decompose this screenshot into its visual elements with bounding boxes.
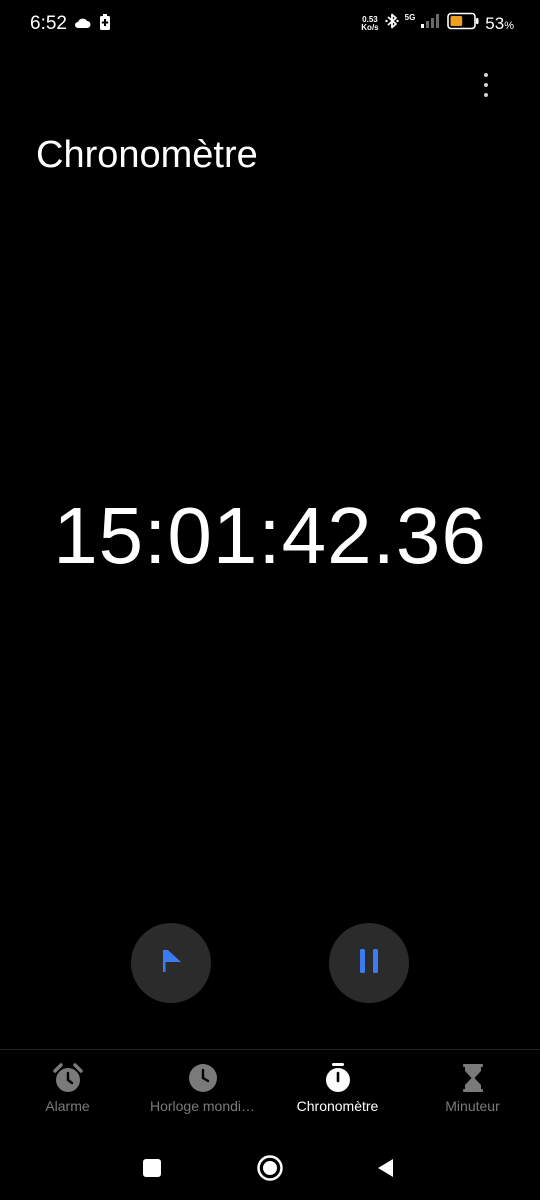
tab-horloge-mondiale[interactable]: Horloge mondi… xyxy=(135,1058,270,1128)
stopwatch-time: 15:01:42.36 xyxy=(53,491,487,580)
tab-alarme-label: Alarme xyxy=(45,1098,90,1114)
back-icon xyxy=(375,1157,397,1184)
status-left-icons xyxy=(74,14,111,35)
pause-button[interactable] xyxy=(329,923,409,1003)
tab-horloge-label: Horloge mondi… xyxy=(149,1098,256,1114)
more-options-button[interactable] xyxy=(476,70,496,100)
hourglass-icon xyxy=(457,1062,489,1094)
more-vert-dot xyxy=(484,83,488,87)
tab-minuteur[interactable]: Minuteur xyxy=(405,1058,540,1128)
tab-minuteur-label: Minuteur xyxy=(445,1098,500,1114)
signal-icon xyxy=(421,13,441,34)
network-speed: 0.53 Ko/s xyxy=(361,15,379,32)
network-type: 5G xyxy=(404,13,416,22)
lap-button[interactable] xyxy=(131,923,211,1003)
status-right-icons: 0.53 Ko/s 5G 53% xyxy=(361,12,514,35)
recents-icon xyxy=(142,1158,162,1183)
network-speed-unit: Ko/s xyxy=(361,22,379,32)
clock-icon xyxy=(187,1062,219,1094)
system-nav-bar xyxy=(0,1150,540,1190)
battery-percent: 53% xyxy=(485,13,514,33)
tab-chronometre-label: Chronomètre xyxy=(296,1098,379,1114)
cloud-icon xyxy=(74,16,91,34)
battery-saver-icon xyxy=(99,14,111,35)
flag-icon xyxy=(158,947,184,980)
status-time: 6:52 xyxy=(30,13,67,34)
bluetooth-icon xyxy=(384,12,399,35)
tab-chronometre[interactable]: Chronomètre xyxy=(270,1058,405,1128)
more-vert-icon xyxy=(484,73,488,77)
bottom-nav: Alarme Horloge mondi… Chronomètre Minute… xyxy=(0,1058,540,1128)
page-title: Chronomètre xyxy=(36,134,258,176)
more-vert-dot xyxy=(484,93,488,97)
home-button[interactable] xyxy=(250,1150,290,1190)
status-bar: 6:52 0.53 Ko/s 5G 53% xyxy=(0,0,540,50)
battery-icon xyxy=(447,12,479,35)
alarm-clock-icon xyxy=(52,1062,84,1094)
back-button[interactable] xyxy=(366,1150,406,1190)
recents-button[interactable] xyxy=(132,1150,172,1190)
home-icon xyxy=(256,1154,284,1187)
nav-divider xyxy=(0,1049,540,1050)
pause-icon xyxy=(357,948,381,979)
stopwatch-icon xyxy=(322,1062,354,1094)
tab-alarme[interactable]: Alarme xyxy=(0,1058,135,1128)
